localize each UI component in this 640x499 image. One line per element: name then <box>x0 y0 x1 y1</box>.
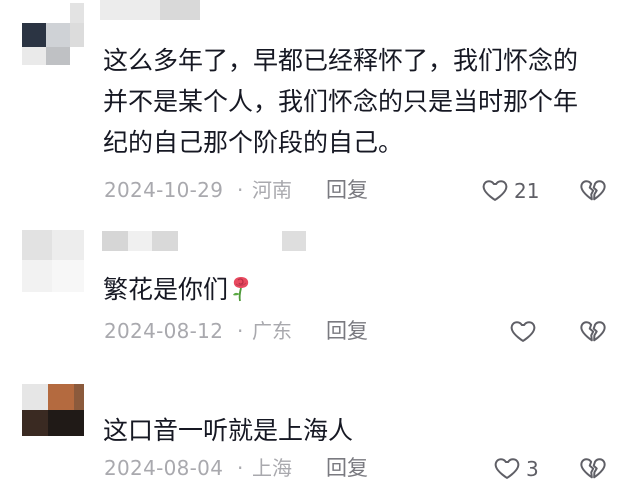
comment-text-line: 这么多年了，早都已经释怀了，我们怀念的 <box>103 46 579 75</box>
avatar[interactable] <box>22 3 84 65</box>
avatar-blur-block <box>46 23 70 47</box>
avatar-blur-block <box>52 230 84 260</box>
comment-text-line: 这口音一听就是上海人 <box>103 416 354 445</box>
avatar-blur-block <box>22 230 52 260</box>
meta-separator: · <box>237 319 244 343</box>
comment-text: 繁花是你们 <box>103 269 623 310</box>
username-blur-block <box>100 0 160 20</box>
like-count: 21 <box>514 179 540 203</box>
avatar-blur-block <box>22 47 46 65</box>
comment-date: 2024-10-29 <box>104 178 224 202</box>
heart-outline-icon <box>482 180 508 201</box>
username-blur-block <box>102 231 128 251</box>
avatar-blur-block <box>22 410 48 436</box>
avatar[interactable] <box>22 384 84 446</box>
comment-date: 2024-08-12 <box>104 319 224 343</box>
avatar-blur-block <box>22 23 46 47</box>
dislike-button[interactable] <box>578 454 608 484</box>
username-blur-block <box>152 231 178 251</box>
username-blurred[interactable] <box>100 231 306 251</box>
avatar-blur-block <box>70 3 84 23</box>
username-blur-block <box>160 0 200 20</box>
avatar-blur-block <box>46 47 70 65</box>
comment-text-line: 并不是某个人，我们怀念的只是当时那个年 <box>103 87 579 116</box>
comment-item: 这么多年了，早都已经释怀了，我们怀念的 并不是某个人，我们怀念的只是当时那个年 … <box>0 0 640 215</box>
comment-text-line: 繁花是你们 <box>103 275 229 304</box>
avatar[interactable] <box>22 230 84 292</box>
comment-text-line: 纪的自己那个阶段的自己。 <box>103 128 404 157</box>
comment-item: 繁花是你们 2024-08-12 · 广东 回复 <box>0 215 640 360</box>
like-count: 3 <box>526 457 539 481</box>
reply-button[interactable]: 回复 <box>326 454 368 482</box>
broken-heart-icon <box>580 458 606 479</box>
reply-button[interactable]: 回复 <box>326 317 368 345</box>
comment-location: 河南 <box>252 178 292 202</box>
heart-outline-icon <box>494 458 520 479</box>
comment-text: 这口音一听就是上海人 <box>103 410 623 451</box>
reply-button[interactable]: 回复 <box>326 176 368 204</box>
comment-text: 这么多年了，早都已经释怀了，我们怀念的 并不是某个人，我们怀念的只是当时那个年 … <box>103 40 623 163</box>
dislike-button[interactable] <box>578 317 608 347</box>
avatar-blur-block <box>52 260 84 292</box>
meta-separator: · <box>237 456 244 480</box>
avatar-blur-block <box>70 23 84 47</box>
comment-location: 上海 <box>252 456 292 480</box>
comment-location: 广东 <box>252 319 292 343</box>
avatar-blur-block <box>22 260 52 292</box>
username-blur-block <box>282 231 306 251</box>
avatar-blur-block <box>74 384 84 410</box>
avatar-blur-block <box>22 384 48 410</box>
username-blurred[interactable] <box>100 0 290 20</box>
username-blur-block <box>128 231 152 251</box>
rose-icon <box>233 277 249 302</box>
broken-heart-icon <box>580 321 606 342</box>
avatar-blur-block <box>48 410 84 436</box>
heart-outline-icon <box>510 321 536 342</box>
comment-date: 2024-08-04 <box>104 456 224 480</box>
meta-separator: · <box>237 178 244 202</box>
avatar-blur-block <box>48 384 74 410</box>
comment-item: 这口音一听就是上海人 2024-08-04 · 上海 回复 3 <box>0 360 640 499</box>
dislike-button[interactable] <box>578 176 608 206</box>
broken-heart-icon <box>580 180 606 201</box>
